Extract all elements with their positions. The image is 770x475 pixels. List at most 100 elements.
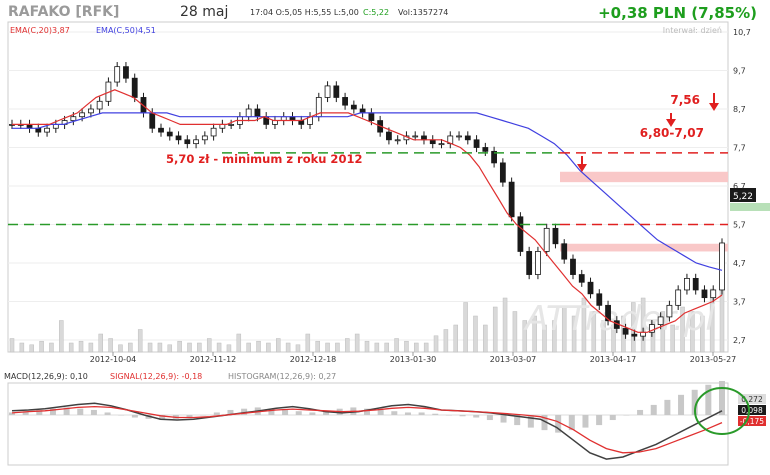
volume-bar: [354, 333, 360, 353]
macd-histogram-bar: [678, 394, 685, 415]
volume-bar: [118, 344, 123, 353]
volume-bar: [384, 342, 389, 353]
candle-body: [456, 135, 462, 138]
macd-histogram-bar: [309, 412, 316, 415]
volume-bar: [285, 342, 291, 353]
candle-body: [710, 289, 717, 299]
candle-body: [228, 124, 235, 126]
candle-body: [631, 333, 638, 337]
volume-bar: [206, 338, 212, 353]
volume-bar: [374, 342, 380, 353]
macd-histogram-bar: [582, 415, 589, 428]
candle-body: [526, 251, 533, 275]
date-label: 28 maj: [180, 4, 228, 20]
candle-body: [131, 77, 138, 98]
volume-bar: [108, 338, 113, 353]
annotation-756: 7,56: [670, 93, 700, 107]
watermark-text: ATTrader.pl: [523, 299, 715, 339]
candle-body: [543, 227, 550, 252]
macd-histogram-bar: [650, 404, 657, 415]
candle-body: [675, 289, 682, 306]
volume-bar: [473, 315, 478, 353]
volume-bar: [335, 342, 340, 353]
macd-histogram-bar: [391, 411, 398, 415]
macd-histogram-bar: [459, 415, 466, 417]
candle-body: [368, 112, 375, 121]
volume-bar: [187, 342, 192, 353]
x-tick-label: 2013-03-07: [490, 355, 537, 364]
macd-histogram-bar: [445, 415, 452, 416]
candle-body: [657, 316, 664, 325]
stock-chart-canvas: ATTrader.pl 10,79,78,77,76,75,74,73,72,7…: [0, 0, 770, 471]
candle-body: [692, 277, 699, 291]
volume-bar: [39, 340, 44, 353]
y-tick-label: 10,7: [733, 28, 751, 37]
volume-bar: [147, 342, 153, 353]
ema50-legend: EMA(C,50)4,51: [96, 26, 156, 35]
candle-body: [412, 135, 419, 138]
candle-body: [254, 108, 261, 118]
candle-body: [166, 131, 173, 137]
candle-body: [245, 108, 252, 118]
volume-bar: [226, 344, 232, 353]
close-label: C:5,22: [363, 8, 389, 17]
candle-body: [123, 66, 129, 79]
price-tag: 5,22: [733, 192, 753, 202]
price-zone: [560, 171, 728, 183]
x-tick-label: 2012-11-12: [190, 355, 237, 364]
volume-bar: [453, 324, 458, 353]
candle-body: [70, 116, 77, 121]
volume-bar: [9, 338, 15, 353]
candle-body: [517, 216, 524, 252]
candle-body: [96, 100, 103, 110]
candle-body: [79, 112, 86, 118]
volume-bar: [512, 311, 518, 353]
annotation-680-707: 6,80-7,07: [640, 126, 704, 140]
x-tick-label: 2013-04-17: [590, 355, 637, 364]
macd-histogram-bar: [527, 415, 534, 428]
annotation-min2012: 5,70 zł - minimum z roku 2012: [166, 152, 362, 166]
macd-histogram-bar: [77, 408, 84, 415]
macd-histogram-bar: [596, 415, 603, 426]
volume-bar: [502, 297, 508, 353]
volume-label: Vol:1357274: [398, 8, 448, 17]
volume-bar: [276, 338, 281, 353]
volume-bar: [414, 342, 419, 353]
volume-bar: [305, 333, 311, 353]
candle-body: [578, 274, 585, 283]
change-label: +0,38 PLN (7,85%): [598, 4, 757, 22]
volume-bar: [78, 340, 84, 353]
volume-bar: [404, 340, 409, 353]
quote-label: 17:04 O:5,05 H:5,55 L:5,00: [250, 8, 359, 17]
volume-bar: [128, 342, 133, 353]
macd-histogram-bar: [282, 409, 289, 415]
candle-body: [359, 108, 366, 114]
x-tick-label: 2012-12-18: [290, 355, 337, 364]
y-tick-label: 2,7: [733, 336, 746, 345]
candle-body: [342, 97, 348, 106]
volume-bar: [364, 340, 370, 353]
macd-histogram-bar: [609, 415, 616, 421]
volume-bar: [177, 340, 182, 353]
volume-bar: [59, 320, 64, 353]
x-tick-label: 2012-10-04: [90, 355, 137, 364]
candle-body: [684, 277, 690, 291]
y-tick-label: 9,7: [733, 67, 746, 76]
stock-chart-window: ATTrader.pl 10,7 9,7 8,7 7,7 6,7 5,7 4,7 3,7 2,7…: [0, 0, 770, 471]
candle-body: [596, 293, 603, 306]
candle-body: [473, 139, 480, 148]
volume-bar: [483, 324, 488, 353]
macd-histogram-bar: [104, 412, 111, 415]
signal-legend: SIGNAL(12,26,9): -0,18: [110, 372, 202, 381]
macd-histogram-bar: [637, 409, 644, 415]
volume-bar: [463, 302, 468, 353]
ema20-legend: EMA(C,20)3,87: [10, 26, 70, 35]
volume-bar: [29, 344, 34, 353]
volume-bar: [423, 342, 429, 353]
volume-bar: [443, 329, 449, 353]
macd-histogram-bar: [719, 380, 725, 415]
candle-body: [394, 139, 401, 142]
x-tick-label: 2013-01-30: [390, 355, 437, 364]
macd-histogram-bar: [664, 399, 671, 415]
candle-body: [561, 243, 568, 260]
